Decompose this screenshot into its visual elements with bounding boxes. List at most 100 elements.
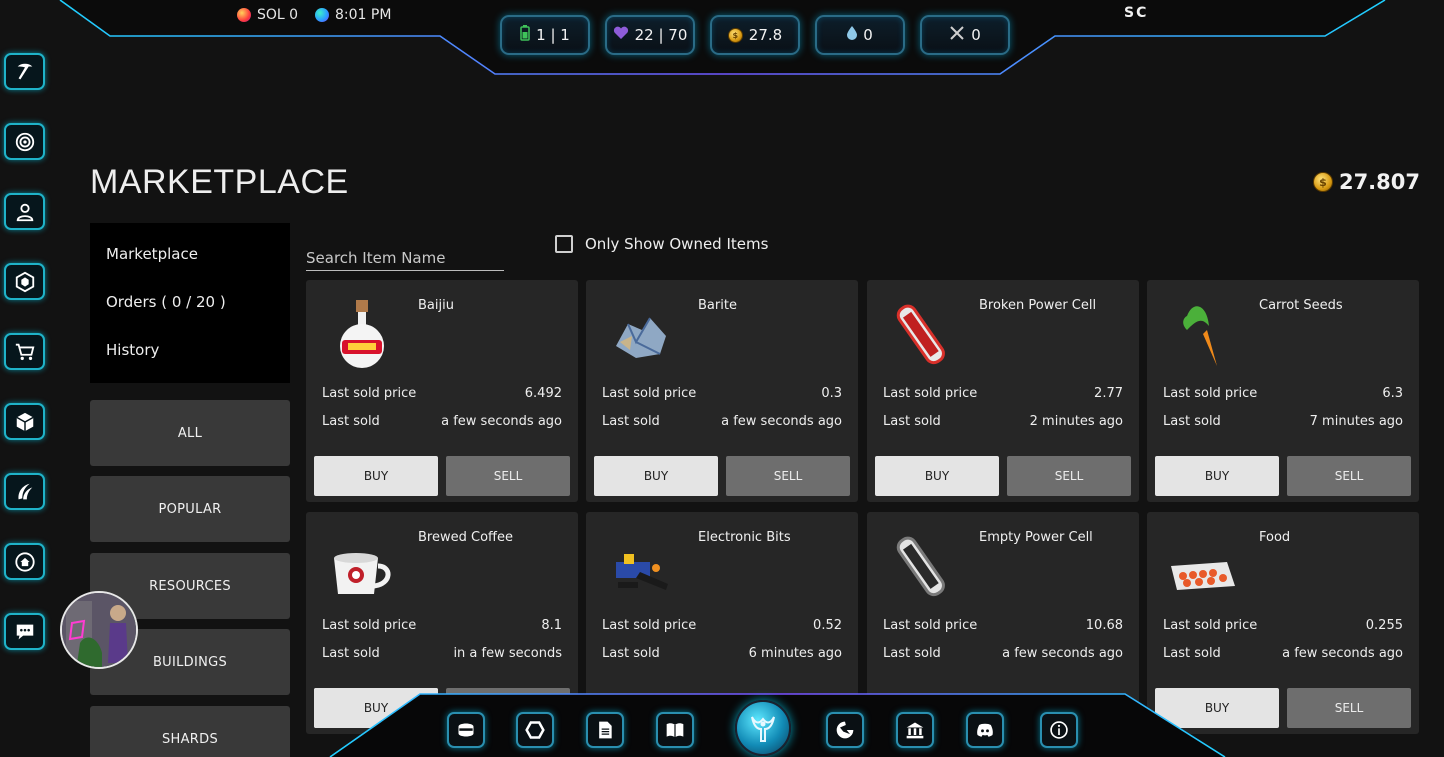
buy-button[interactable]: BUY xyxy=(594,456,718,496)
last-sold-row: Last sold a few seconds ago xyxy=(322,414,562,429)
coin-icon: $ xyxy=(1312,172,1333,192)
item-name: Electronic Bits xyxy=(698,530,791,545)
health-value: 22 | 70 xyxy=(634,26,688,44)
item-name: Brewed Coffee xyxy=(418,530,513,545)
last-sold-label: Last sold xyxy=(883,414,941,429)
sub-nav-orders[interactable]: Orders ( 0 / 20 ) xyxy=(90,293,290,341)
marketplace-sub-nav: Marketplace Orders ( 0 / 20 ) History xyxy=(90,223,290,383)
scepter-logo-icon xyxy=(751,716,775,742)
last-sold-label: Last sold xyxy=(883,646,941,661)
item-name: Barite xyxy=(698,298,737,313)
crossed-swords-icon xyxy=(949,25,965,45)
last-sold-row: Last sold in a few seconds xyxy=(322,646,562,661)
owned-checkbox[interactable] xyxy=(555,235,573,253)
combat-stat[interactable]: 0 xyxy=(920,15,1010,55)
category-all-button[interactable]: ALL xyxy=(90,400,290,466)
baijiu-bottle-icon xyxy=(340,300,384,368)
last-sold-price-row: Last sold price 8.1 xyxy=(322,618,562,633)
buy-button[interactable]: BUY xyxy=(875,456,999,496)
last-sold-label: Last sold xyxy=(602,646,660,661)
last-sold-price-row: Last sold price 10.68 xyxy=(883,618,1123,633)
info-icon xyxy=(1050,721,1068,739)
coffee-mug-icon xyxy=(334,553,391,594)
rail-cart-button[interactable] xyxy=(4,333,45,370)
last-sold-value: 6 minutes ago xyxy=(748,646,842,661)
avatar[interactable] xyxy=(60,591,138,669)
rail-network-button[interactable] xyxy=(4,263,45,300)
last-sold-price-row: Last sold price 6.3 xyxy=(1163,386,1403,401)
price-label: Last sold price xyxy=(322,618,417,633)
sub-nav-history[interactable]: History xyxy=(90,341,290,389)
dock-discord-button[interactable] xyxy=(966,712,1004,748)
rail-box-button[interactable] xyxy=(4,403,45,440)
owned-filter[interactable]: Only Show Owned Items xyxy=(555,235,768,253)
bank-icon xyxy=(906,722,924,739)
energy-stat[interactable]: 1 | 1 xyxy=(500,15,590,55)
price-value: 0.52 xyxy=(813,618,842,633)
last-sold-row: Last sold 6 minutes ago xyxy=(602,646,842,661)
clock-indicator: 8:01 PM xyxy=(315,7,391,23)
last-sold-row: Last sold 7 minutes ago xyxy=(1163,414,1403,429)
coin-stat[interactable]: $ 27.8 xyxy=(710,15,800,55)
dock-logo-button[interactable] xyxy=(735,700,791,756)
dock-phoenix-button[interactable] xyxy=(826,712,864,748)
rail-pickaxe-button[interactable] xyxy=(4,53,45,90)
phoenix-icon xyxy=(836,721,854,739)
price-value: 6.492 xyxy=(524,386,562,401)
dock-document-button[interactable] xyxy=(586,712,624,748)
item-card: Barite Last sold price 0.3 Last sold a few… xyxy=(586,280,858,502)
balance-value: 27.807 xyxy=(1338,170,1420,194)
buy-button[interactable]: BUY xyxy=(314,456,438,496)
price-label: Last sold price xyxy=(602,386,697,401)
price-value: 10.68 xyxy=(1085,618,1123,633)
heart-icon xyxy=(613,26,629,44)
dock-hexagon-button[interactable] xyxy=(516,712,554,748)
sell-button[interactable]: SELL xyxy=(1287,456,1411,496)
item-name: Food xyxy=(1259,530,1291,545)
price-value: 2.77 xyxy=(1094,386,1123,401)
last-sold-value: a few seconds ago xyxy=(721,414,842,429)
battery-icon xyxy=(520,25,530,45)
rail-target-button[interactable] xyxy=(4,123,45,160)
rail-chat-button[interactable] xyxy=(4,613,45,650)
dock-book-button[interactable] xyxy=(656,712,694,748)
coin-value: 27.8 xyxy=(748,26,783,44)
food-tray-icon xyxy=(1171,562,1235,590)
dock-mask-button[interactable] xyxy=(447,712,485,748)
last-sold-value: a few seconds ago xyxy=(1002,646,1123,661)
sub-nav-marketplace[interactable]: Marketplace xyxy=(90,245,290,293)
sell-button[interactable]: SELL xyxy=(1007,456,1131,496)
search-input[interactable] xyxy=(306,246,504,271)
price-label: Last sold price xyxy=(883,618,978,633)
carrot-seeds-icon xyxy=(1183,306,1217,366)
dock-bank-button[interactable] xyxy=(896,712,934,748)
last-sold-value: a few seconds ago xyxy=(441,414,562,429)
user-initials[interactable]: SC xyxy=(1124,5,1148,21)
sell-button[interactable]: SELL xyxy=(446,456,570,496)
home-icon xyxy=(14,551,35,572)
combat-value: 0 xyxy=(971,26,981,44)
health-stat[interactable]: 22 | 70 xyxy=(605,15,695,55)
category-popular-button[interactable]: POPULAR xyxy=(90,476,290,542)
price-label: Last sold price xyxy=(322,386,417,401)
price-label: Last sold price xyxy=(1163,386,1258,401)
buy-button[interactable]: BUY xyxy=(1155,456,1279,496)
item-card: Broken Power Cell Last sold price 2.77 La… xyxy=(867,280,1139,502)
last-sold-value: 2 minutes ago xyxy=(1029,414,1123,429)
sell-button[interactable]: SELL xyxy=(726,456,850,496)
coin-icon: $ xyxy=(727,27,743,43)
water-stat[interactable]: 0 xyxy=(815,15,905,55)
globe-icon xyxy=(315,8,329,22)
claw-icon xyxy=(17,483,32,499)
energy-value: 1 | 1 xyxy=(536,26,570,44)
dock-info-button[interactable] xyxy=(1040,712,1078,748)
last-sold-row: Last sold 2 minutes ago xyxy=(883,414,1123,429)
rail-claw-button[interactable] xyxy=(4,473,45,510)
last-sold-label: Last sold xyxy=(1163,646,1221,661)
item-name: Baijiu xyxy=(418,298,454,313)
rail-profile-button[interactable] xyxy=(4,193,45,230)
hexagon-icon xyxy=(525,721,545,739)
rail-home-button[interactable] xyxy=(4,543,45,580)
barite-mineral-icon xyxy=(616,317,666,358)
item-name: Carrot Seeds xyxy=(1259,298,1343,313)
